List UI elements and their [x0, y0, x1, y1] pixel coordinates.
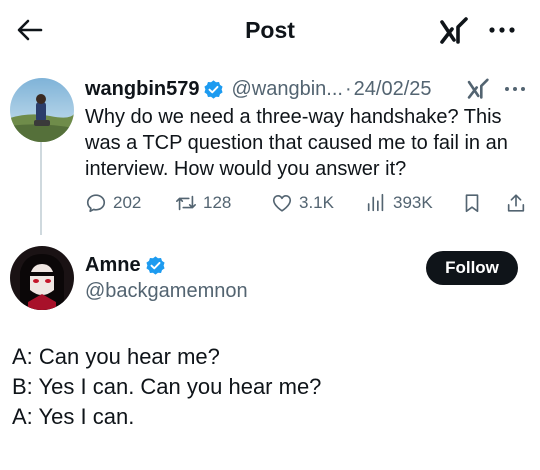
tweet-more-button[interactable]: [503, 78, 527, 100]
repost-count: 128: [203, 193, 232, 212]
author-handle[interactable]: @wangbin...: [231, 78, 342, 101]
reply-line: A: Can you hear me?: [12, 344, 220, 369]
grok-icon: [467, 78, 489, 99]
separator-dot: ·: [344, 77, 352, 100]
reply-line: B: Yes I can. Can you hear me?: [12, 374, 322, 399]
grok-icon: [440, 17, 468, 44]
views-count: 393K: [393, 193, 433, 212]
grok-button[interactable]: [438, 14, 472, 48]
author-name[interactable]: wangbin579: [85, 78, 199, 101]
tweet-action-bar: 202 128 3.1K 393K: [85, 188, 530, 218]
tweet-date[interactable]: 24/02/25: [354, 78, 432, 101]
like-count: 3.1K: [299, 193, 334, 212]
reply-author-handle[interactable]: @backgamemnon: [85, 280, 248, 303]
verified-badge-icon: [204, 79, 224, 99]
reply-author-avatar[interactable]: [10, 246, 74, 310]
views-button[interactable]: 393K: [365, 188, 433, 218]
bookmark-button[interactable]: [461, 188, 483, 218]
tweet-header: wangbin579 @wangbin... · 24/02/25: [85, 76, 432, 102]
reply-icon: [86, 194, 106, 213]
avatar-photo: [10, 78, 74, 142]
like-button[interactable]: 3.1K: [271, 188, 334, 218]
reply-text: A: Can you hear me? B: Yes I can. Can yo…: [12, 342, 532, 432]
reply-count: 202: [113, 193, 142, 212]
reply-line: A: Yes I can.: [12, 404, 135, 429]
top-bar: Post: [0, 0, 540, 62]
share-button[interactable]: [505, 188, 527, 218]
thread-connector-line: [40, 140, 42, 235]
avatar-illustration: [10, 246, 74, 310]
reply-author-name[interactable]: Amne: [85, 254, 141, 277]
author-avatar[interactable]: [10, 78, 74, 142]
verified-badge-icon: [146, 256, 165, 275]
grok-explain-button[interactable]: [466, 76, 492, 102]
reply-author-row: Amne: [85, 254, 166, 277]
bookmark-icon: [465, 194, 479, 213]
heart-icon: [272, 195, 292, 212]
follow-button[interactable]: Follow: [426, 251, 518, 285]
tweet-text: Why do we need a three-way handshake? Th…: [85, 106, 508, 180]
reply-button[interactable]: 202: [85, 188, 141, 218]
share-icon: [507, 194, 525, 212]
more-horizontal-icon: [505, 87, 525, 91]
repost-icon: [176, 195, 196, 211]
repost-button[interactable]: 128: [175, 188, 231, 218]
views-bar-chart-icon: [367, 193, 384, 212]
more-options-button[interactable]: [486, 14, 518, 46]
more-horizontal-icon: [489, 27, 515, 33]
